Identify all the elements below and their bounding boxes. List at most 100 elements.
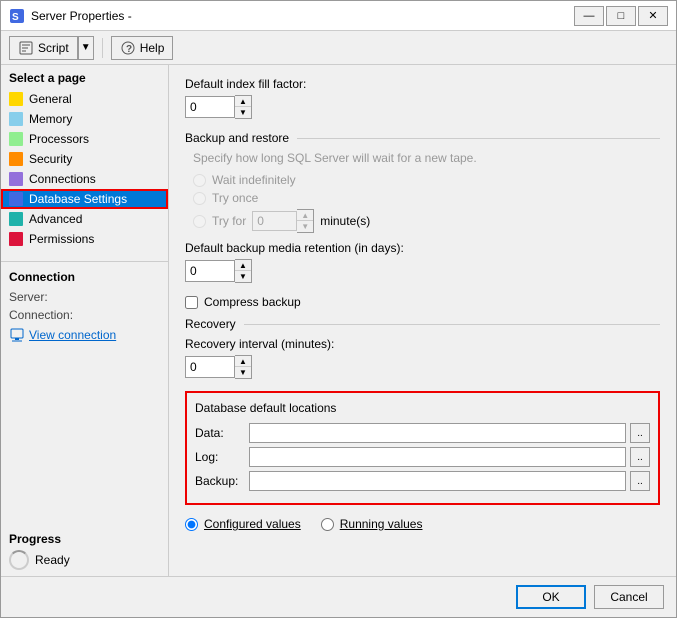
configured-values-label: Configured values	[204, 517, 301, 531]
toolbar: Script ▼ ? Help	[1, 31, 676, 65]
try-for-down-button: ▼	[297, 221, 313, 232]
try-for-label: Try for	[212, 214, 246, 228]
retention-down-button[interactable]: ▼	[235, 271, 251, 282]
general-icon	[9, 92, 23, 106]
retention-input-group: ▲ ▼	[185, 259, 660, 283]
log-input[interactable]	[249, 447, 626, 467]
connection-section-title: Connection	[1, 262, 168, 288]
sidebar-item-permissions[interactable]: Permissions	[1, 229, 168, 249]
script-button[interactable]: Script	[9, 36, 78, 60]
sidebar-item-dbsettings-label: Database Settings	[29, 192, 127, 206]
sidebar-item-general[interactable]: General	[1, 89, 168, 109]
ok-button[interactable]: OK	[516, 585, 586, 609]
fill-factor-group: Default index fill factor: ▲ ▼	[185, 77, 660, 119]
log-browse-button[interactable]: ..	[630, 447, 650, 467]
sidebar-item-processors[interactable]: Processors	[1, 129, 168, 149]
help-icon: ?	[120, 40, 136, 56]
running-values-radio[interactable]	[321, 518, 334, 531]
server-label: Server:	[9, 290, 48, 304]
recovery-interval-input-group: ▲ ▼	[185, 355, 660, 379]
backup-input[interactable]	[249, 471, 626, 491]
data-location-row: Data: ..	[195, 423, 650, 443]
help-label: Help	[140, 41, 165, 55]
try-for-input	[252, 211, 297, 231]
fill-factor-input-group: ▲ ▼	[185, 95, 660, 119]
cancel-button[interactable]: Cancel	[594, 585, 664, 609]
recovery-interval-up-button[interactable]: ▲	[235, 356, 251, 367]
sidebar-item-database-settings[interactable]: Database Settings	[1, 189, 168, 209]
compress-backup-label: Compress backup	[204, 295, 301, 309]
data-input[interactable]	[249, 423, 626, 443]
dbsettings-icon	[9, 192, 23, 206]
sidebar-item-permissions-label: Permissions	[29, 232, 94, 246]
log-location-row: Log: ..	[195, 447, 650, 467]
data-browse-button[interactable]: ..	[630, 423, 650, 443]
try-for-radio[interactable]	[193, 215, 206, 228]
view-connection-label: View connection	[29, 328, 116, 342]
processors-icon	[9, 132, 23, 146]
script-icon	[18, 40, 34, 56]
progress-row: Ready	[9, 550, 160, 570]
connection-row: Connection:	[1, 306, 168, 324]
svg-text:S: S	[12, 12, 19, 23]
sidebar-item-processors-label: Processors	[29, 132, 89, 146]
backup-hint-text: Specify how long SQL Server will wait fo…	[193, 151, 660, 165]
try-once-radio[interactable]	[193, 192, 206, 205]
backup-location-row: Backup: ..	[195, 471, 650, 491]
view-connection-link[interactable]: View connection	[1, 324, 168, 346]
script-dropdown-button[interactable]: ▼	[78, 36, 94, 60]
window-controls: — □ ✕	[574, 6, 668, 26]
backup-label: Backup:	[195, 474, 245, 488]
wait-indefinitely-label: Wait indefinitely	[212, 173, 296, 187]
values-radio-group: Configured values Running values	[185, 517, 660, 531]
minimize-button[interactable]: —	[574, 6, 604, 26]
sidebar-item-memory[interactable]: Memory	[1, 109, 168, 129]
memory-icon	[9, 112, 23, 126]
retention-spin-buttons: ▲ ▼	[235, 259, 252, 283]
recovery-section-divider: Recovery	[185, 317, 660, 331]
sidebar-item-advanced[interactable]: Advanced	[1, 209, 168, 229]
recovery-interval-down-button[interactable]: ▼	[235, 367, 251, 378]
minutes-label: minute(s)	[320, 214, 370, 228]
wait-indefinitely-radio[interactable]	[193, 174, 206, 187]
retention-group: Default backup media retention (in days)…	[185, 241, 660, 283]
try-once-row: Try once	[193, 191, 660, 205]
retention-up-button[interactable]: ▲	[235, 260, 251, 271]
sidebar-spacer	[1, 346, 168, 526]
title-bar: S Server Properties - — □ ✕	[1, 1, 676, 31]
fill-factor-up-button[interactable]: ▲	[235, 96, 251, 107]
configured-values-radio[interactable]	[185, 518, 198, 531]
script-label: Script	[38, 41, 69, 55]
backup-section-line	[297, 138, 660, 139]
help-button[interactable]: ? Help	[111, 36, 174, 60]
compress-backup-checkbox[interactable]	[185, 296, 198, 309]
backup-browse-button[interactable]: ..	[630, 471, 650, 491]
maximize-button[interactable]: □	[606, 6, 636, 26]
recovery-interval-spin-buttons: ▲ ▼	[235, 355, 252, 379]
sidebar-item-memory-label: Memory	[29, 112, 72, 126]
retention-input[interactable]	[185, 260, 235, 282]
sidebar-item-connections[interactable]: Connections	[1, 169, 168, 189]
fill-factor-label: Default index fill factor:	[185, 77, 660, 91]
connection-label: Connection:	[9, 308, 73, 322]
progress-section: Progress Ready	[1, 526, 168, 576]
compress-backup-row: Compress backup	[185, 295, 660, 309]
main-content: Select a page General Memory Processors …	[1, 65, 676, 576]
recovery-section-label: Recovery	[185, 317, 236, 331]
sidebar-item-advanced-label: Advanced	[29, 212, 82, 226]
close-button[interactable]: ✕	[638, 6, 668, 26]
sidebar-item-security[interactable]: Security	[1, 149, 168, 169]
app-icon: S	[9, 8, 25, 24]
try-for-input-group: ▲ ▼	[252, 209, 314, 233]
recovery-interval-input[interactable]	[185, 356, 235, 378]
fill-factor-down-button[interactable]: ▼	[235, 107, 251, 118]
recovery-section-line	[244, 324, 660, 325]
sidebar-item-connections-label: Connections	[29, 172, 96, 186]
fill-factor-input[interactable]	[185, 96, 235, 118]
server-properties-window: S Server Properties - — □ ✕ Script ▼	[0, 0, 677, 618]
try-once-label: Try once	[212, 191, 258, 205]
running-values-item: Running values	[321, 517, 423, 531]
sidebar: Select a page General Memory Processors …	[1, 65, 169, 576]
configured-values-item: Configured values	[185, 517, 301, 531]
db-locations-title: Database default locations	[195, 401, 650, 415]
